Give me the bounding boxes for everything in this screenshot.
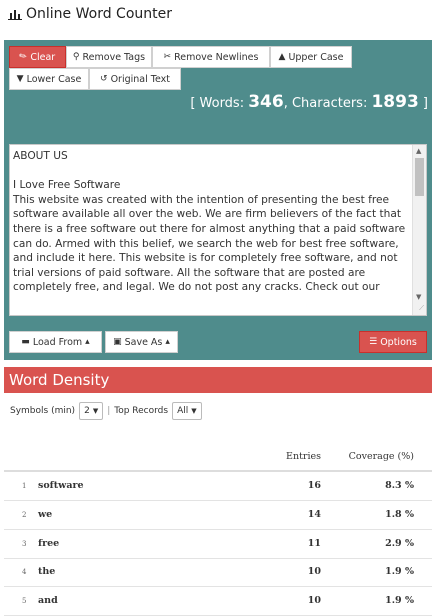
chevron-down-icon: ▼ — [16, 73, 24, 84]
remove-tags-label: Remove Tags — [82, 51, 146, 63]
eraser-icon: ✎ — [17, 50, 30, 63]
symbols-select[interactable]: 2 ▼ — [79, 402, 104, 420]
row-rank: 3 — [22, 540, 27, 548]
chevron-up-icon: ▲ — [278, 51, 286, 62]
table-row: 1 software 16 8.3 % — [4, 472, 432, 501]
row-coverage: 1.8 % — [385, 509, 414, 520]
original-text-label: Original Text — [110, 73, 170, 85]
controls-separator: | — [107, 406, 111, 416]
upper-case-label: Upper Case — [288, 51, 344, 63]
options-label: Options — [380, 336, 417, 348]
folder-open-icon: ▬ — [21, 336, 30, 347]
row-word: the — [38, 566, 56, 577]
load-from-button[interactable]: ▬ Load From ▴ — [9, 331, 102, 353]
symbols-value: 2 — [84, 406, 90, 416]
row-coverage: 2.9 % — [385, 538, 414, 549]
density-table-header: Entries Coverage (%) — [4, 444, 432, 472]
clear-button[interactable]: ✎ Clear — [9, 46, 66, 68]
save-as-label: Save As — [124, 336, 163, 348]
scroll-thumb[interactable] — [415, 158, 424, 196]
remove-newlines-label: Remove Newlines — [174, 51, 259, 63]
text-editor[interactable]: ABOUT US I Love Free Software This websi… — [9, 144, 427, 316]
remove-tags-button[interactable]: ⚲ Remove Tags — [66, 46, 152, 68]
counts-mid: , Characters: — [283, 96, 372, 111]
sliders-icon: ☰ — [369, 336, 378, 347]
word-character-count: [ Words: 346, Characters: 1893 ] — [190, 92, 428, 112]
row-entries: 16 — [307, 480, 321, 491]
characters-count: 1893 — [371, 92, 419, 112]
word-density-title: Word Density — [9, 371, 110, 389]
table-row: 5 and 10 1.9 % — [4, 587, 432, 616]
row-rank: 1 — [22, 482, 27, 490]
table-row: 2 we 14 1.8 % — [4, 501, 432, 530]
counts-close: ] — [418, 96, 428, 111]
row-word: and — [38, 595, 58, 606]
col-entries: Entries — [286, 451, 321, 462]
row-coverage: 1.9 % — [385, 595, 414, 606]
caret-up-icon: ▴ — [165, 336, 170, 347]
app-title-text: Online Word Counter — [26, 6, 172, 22]
row-coverage: 1.9 % — [385, 566, 414, 577]
save-as-button[interactable]: ▣ Save As ▴ — [105, 331, 178, 353]
top-records-select[interactable]: All ▼ — [172, 402, 202, 420]
scroll-up-icon[interactable]: ▲ — [416, 147, 421, 155]
bar-chart-icon — [8, 10, 22, 20]
row-entries: 14 — [307, 509, 321, 520]
col-coverage: Coverage (%) — [348, 451, 414, 462]
upper-case-button[interactable]: ▲ Upper Case — [270, 46, 352, 68]
row-word: we — [38, 509, 53, 520]
app-title: Online Word Counter — [8, 3, 172, 25]
row-rank: 4 — [22, 568, 27, 576]
scroll-down-icon[interactable]: ▼ — [416, 293, 421, 301]
row-entries: 10 — [307, 566, 321, 577]
row-entries: 10 — [307, 595, 321, 606]
remove-newlines-button[interactable]: ✂ Remove Newlines — [152, 46, 270, 68]
row-rank: 5 — [22, 597, 27, 605]
original-text-button[interactable]: ↺ Original Text — [89, 68, 181, 90]
lower-case-label: Lower Case — [26, 73, 82, 85]
symbols-label: Symbols (min) — [10, 406, 76, 416]
top-records-label: Top Records — [114, 406, 169, 416]
clear-label: Clear — [30, 51, 56, 63]
load-from-label: Load From — [32, 336, 83, 348]
caret-up-icon: ▴ — [85, 336, 90, 347]
caret-down-icon: ▼ — [191, 407, 197, 415]
resize-handle-icon[interactable]: ⟋ — [419, 304, 424, 313]
row-rank: 2 — [22, 511, 27, 519]
top-records-value: All — [177, 406, 189, 416]
editor-text[interactable]: ABOUT US I Love Free Software This websi… — [13, 149, 409, 295]
table-row: 4 the 10 1.9 % — [4, 558, 432, 587]
undo-icon: ↺ — [100, 73, 108, 84]
density-controls: Symbols (min) 2 ▼ | Top Records All ▼ — [10, 402, 202, 420]
editor-scrollbar[interactable]: ▲ ▼ — [412, 145, 426, 315]
row-word: free — [38, 538, 60, 549]
word-density-header: Word Density — [4, 367, 432, 393]
row-coverage: 8.3 % — [385, 480, 414, 491]
counts-open: [ Words: — [190, 96, 249, 111]
tags-icon: ⚲ — [72, 51, 80, 62]
table-row: 3 free 11 2.9 % — [4, 530, 432, 559]
lower-case-button[interactable]: ▼ Lower Case — [9, 68, 89, 90]
scissors-icon: ✂ — [163, 51, 172, 62]
options-button[interactable]: ☰ Options — [359, 331, 427, 353]
words-count: 346 — [248, 92, 284, 112]
row-entries: 11 — [307, 538, 321, 549]
row-word: software — [38, 480, 84, 491]
caret-down-icon: ▼ — [92, 407, 99, 415]
save-icon: ▣ — [113, 336, 122, 347]
